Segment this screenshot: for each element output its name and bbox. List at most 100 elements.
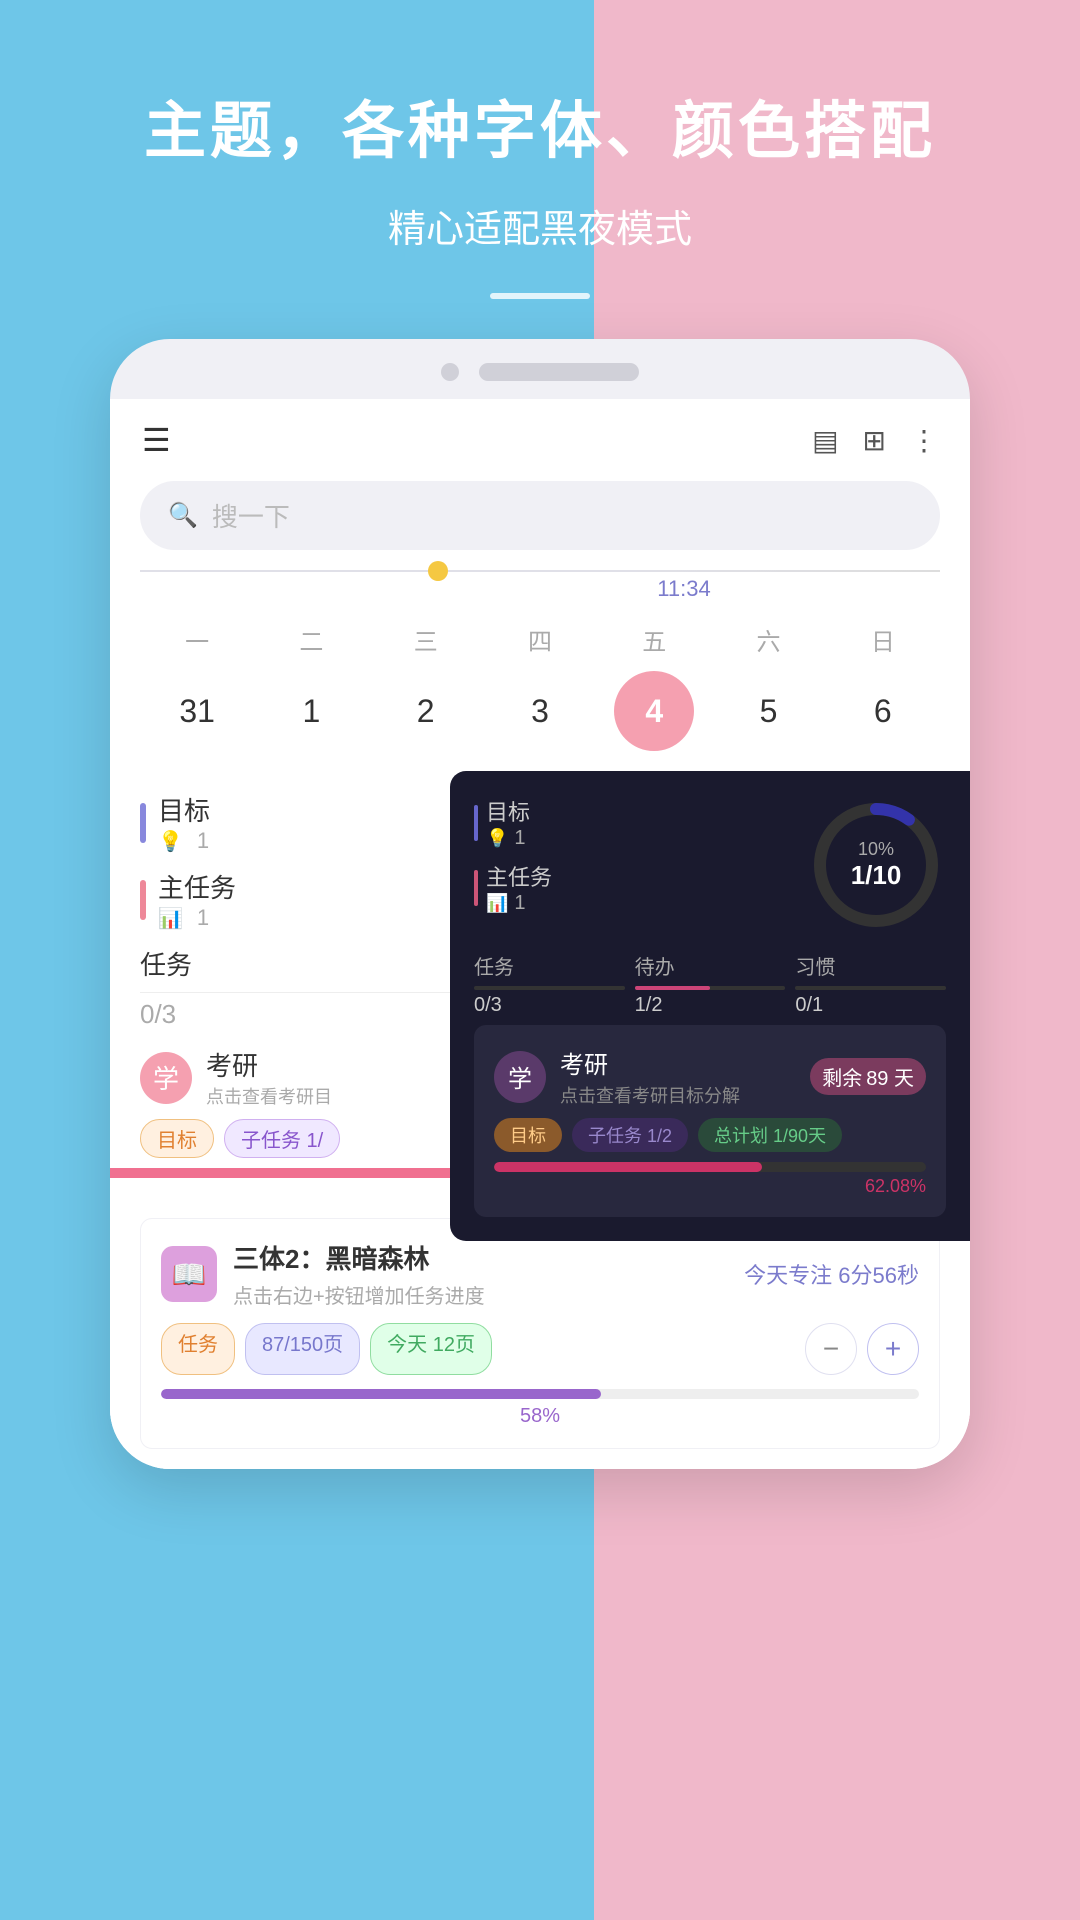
dark-goal-card-sub: 点击查看考研目标分解 (560, 1082, 740, 1108)
dark-todo-stat: 待办 1/2 (635, 951, 786, 1017)
book-title: 三体2：黑暗森林 (233, 1239, 728, 1276)
dark-goal-card-header: 学 考研 点击查看考研目标分解 剩余 89 天 (494, 1045, 926, 1108)
main-task-label: 主任务 (158, 868, 236, 905)
search-bar[interactable]: 🔍 搜一下 (140, 481, 940, 550)
task-label: 任务 (140, 945, 192, 982)
dark-main-task-bar (474, 870, 478, 906)
menu-icon[interactable]: ☰ (142, 421, 171, 459)
goal-bulb-icon: 💡 (158, 829, 183, 854)
circle-value: 1/10 (851, 860, 902, 891)
day-sat: 六 (729, 622, 809, 657)
date-31[interactable]: 31 (157, 671, 237, 751)
phone-mockup: ☰ ▤ ⊞ ⋮ 🔍 搜一下 11:34 一 二 三 四 (110, 339, 970, 1469)
dark-goal-progress-fill (494, 1162, 762, 1172)
book-subtitle: 点击右边+按钮增加任务进度 (233, 1280, 728, 1309)
book-progress-bar (161, 1389, 919, 1399)
dark-main-chart-icon: 📊 (486, 893, 508, 914)
day-fri: 五 (614, 622, 694, 657)
main-task-bar (140, 880, 146, 920)
dark-main-task-count: 1 (514, 892, 525, 915)
week-dates: 31 1 2 3 4 5 6 (140, 671, 940, 751)
book-tag-2: 87/150页 (245, 1323, 360, 1375)
timeline-dot (428, 561, 448, 581)
book-controls: − + (805, 1323, 919, 1375)
book-avatar: 📖 (161, 1246, 217, 1302)
dark-goal-tag-3: 总计划 1/90天 (698, 1118, 842, 1152)
day-sun: 日 (843, 622, 923, 657)
week-day-labels: 一 二 三 四 五 六 日 (140, 622, 940, 657)
hero-section: 主题，各种字体、颜色搭配 精心适配黑夜模式 (0, 0, 1080, 299)
goal-bar (140, 803, 146, 843)
goal-count: 1 (197, 828, 209, 854)
more-icon[interactable]: ⋮ (910, 424, 938, 457)
top-action-icons: ▤ ⊞ ⋮ (812, 424, 938, 457)
date-6[interactable]: 6 (843, 671, 923, 751)
main-task-chart-icon: 📊 (158, 906, 183, 931)
light-goal-tag-1: 目标 (140, 1119, 214, 1158)
phone-speaker (479, 363, 639, 381)
grid-view-icon[interactable]: ⊞ (863, 424, 886, 457)
dark-task-progress: 0/3 (474, 994, 625, 1017)
dark-goal-row: 目标 💡 1 (474, 795, 790, 850)
dark-top-stats: 目标 💡 1 主任务 (474, 795, 946, 935)
dark-goal-progress-label: 62.08% (494, 1176, 926, 1197)
date-2[interactable]: 2 (386, 671, 466, 751)
timeline-time: 11:34 (428, 576, 940, 602)
light-goal-avatar: 学 (140, 1052, 192, 1104)
week-calendar: 一 二 三 四 五 六 日 31 1 2 3 4 5 6 (110, 622, 970, 771)
split-panels: 目标 💡 1 主任务 📊 1 (110, 771, 970, 1198)
goal-label: 目标 (158, 791, 210, 828)
app-top-bar: ☰ ▤ ⊞ ⋮ (110, 399, 970, 481)
dark-goal-card[interactable]: 学 考研 点击查看考研目标分解 剩余 89 天 目标 子任务 1/ (474, 1025, 946, 1217)
circular-progress-widget: 10% 1/10 (806, 795, 946, 935)
hero-subtitle: 精心适配黑夜模式 (0, 198, 1080, 253)
list-view-icon[interactable]: ▤ (812, 424, 838, 457)
phone-camera-dot (441, 363, 459, 381)
light-goal-sub: 点击查看考研目 (206, 1083, 332, 1109)
dark-goal-main: 目标 💡 1 主任务 (474, 795, 790, 915)
day-tue: 二 (271, 622, 351, 657)
light-goal-tag-2: 子任务 1/ (224, 1119, 340, 1158)
day-thu: 四 (500, 622, 580, 657)
dark-todo-bar-fill (635, 986, 710, 990)
book-progress-label: 58% (161, 1405, 919, 1428)
dark-panel: 目标 💡 1 主任务 (450, 771, 970, 1241)
dark-goal-tags: 目标 子任务 1/2 总计划 1/90天 (494, 1118, 926, 1152)
book-card[interactable]: 📖 三体2：黑暗森林 点击右边+按钮增加任务进度 今天专注 6分56秒 任务 8… (140, 1218, 940, 1449)
dark-goal-count: 1 (514, 827, 525, 850)
dark-goal-bulb: 💡 (486, 828, 508, 849)
increment-button[interactable]: + (867, 1323, 919, 1375)
dark-goal-progress-bar (494, 1162, 926, 1172)
circle-percent: 10% (851, 839, 902, 860)
dark-goal-days: 剩余 89 天 (810, 1058, 926, 1095)
light-goal-title: 考研 (206, 1046, 332, 1083)
dark-habit-progress: 0/1 (795, 994, 946, 1017)
date-3[interactable]: 3 (500, 671, 580, 751)
day-wed: 三 (386, 622, 466, 657)
dark-goal-card-title: 考研 (560, 1045, 740, 1080)
book-tags: 任务 87/150页 今天 12页 − + (161, 1323, 919, 1375)
dark-goal-bar (474, 805, 478, 841)
book-tag-3: 今天 12页 (370, 1323, 492, 1375)
dark-main-task-label: 主任务 (486, 860, 552, 892)
app-content: ☰ ▤ ⊞ ⋮ 🔍 搜一下 11:34 一 二 三 四 (110, 399, 970, 1469)
decrement-button[interactable]: − (805, 1323, 857, 1375)
search-placeholder: 搜一下 (212, 497, 290, 534)
date-5[interactable]: 5 (729, 671, 809, 751)
dark-todo-label: 待办 (635, 951, 786, 980)
book-info: 三体2：黑暗森林 点击右边+按钮增加任务进度 (233, 1239, 728, 1309)
dark-task-stat: 任务 0/3 (474, 951, 625, 1017)
timeline-line (140, 570, 940, 572)
dark-goal-card-avatar: 学 (494, 1051, 546, 1103)
book-focus-time: 今天专注 6分56秒 (744, 1258, 919, 1290)
day-mon: 一 (157, 622, 237, 657)
date-4-active[interactable]: 4 (614, 671, 694, 751)
dark-goal-tag-1: 目标 (494, 1118, 562, 1152)
hero-title: 主题，各种字体、颜色搭配 (0, 80, 1080, 170)
dark-goal-label: 目标 (486, 795, 530, 827)
book-tag-1: 任务 (161, 1323, 235, 1375)
search-icon: 🔍 (168, 501, 198, 530)
phone-top-bar (110, 363, 970, 381)
dark-main-task-row: 主任务 📊 1 (474, 860, 790, 915)
date-1[interactable]: 1 (271, 671, 351, 751)
